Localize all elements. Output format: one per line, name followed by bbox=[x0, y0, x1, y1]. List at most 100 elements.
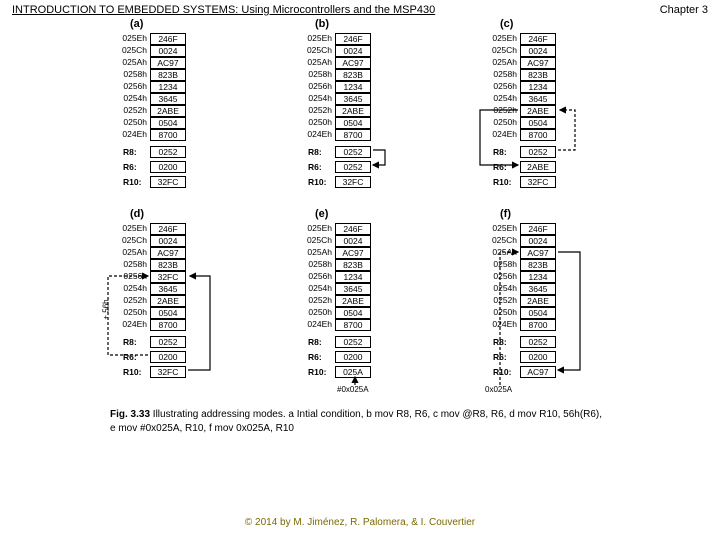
memory-address: 0258h bbox=[305, 69, 335, 79]
figure-content: (a)025Eh246F025Ch0024025AhAC970258h823B0… bbox=[0, 20, 720, 385]
memory-row: 0252h2ABE bbox=[490, 294, 556, 306]
memory-address: 0256h bbox=[490, 271, 520, 281]
register-value: 0252 bbox=[335, 161, 371, 173]
memory-row: 0252h2ABE bbox=[490, 104, 556, 116]
register-value: 0252 bbox=[335, 146, 371, 158]
memory-address: 024Eh bbox=[490, 129, 520, 139]
register-value: 0252 bbox=[150, 146, 186, 158]
memory-row: 025Ch0024 bbox=[490, 234, 556, 246]
memory-address: 0252h bbox=[120, 105, 150, 115]
memory-row: 025Eh246F bbox=[490, 222, 556, 234]
memory-address: 0254h bbox=[305, 93, 335, 103]
register-row: R6:0200 bbox=[120, 159, 186, 174]
panel-label: (b) bbox=[315, 18, 329, 30]
memory-address: 025Eh bbox=[490, 223, 520, 233]
register-value: 32FC bbox=[150, 176, 186, 188]
memory-value: 823B bbox=[150, 69, 186, 81]
memory-value: 3645 bbox=[520, 93, 556, 105]
memory-address: 025Ch bbox=[490, 235, 520, 245]
memory-address: 0250h bbox=[120, 307, 150, 317]
memory-value: 0024 bbox=[520, 45, 556, 57]
memory-address: 0258h bbox=[120, 69, 150, 79]
header: INTRODUCTION TO EMBEDDED SYSTEMS: Using … bbox=[0, 0, 720, 20]
offset-annotation: + 56h bbox=[102, 299, 111, 319]
memory-row: 0256h1234 bbox=[490, 270, 556, 282]
memory-value: 1234 bbox=[335, 81, 371, 93]
page-title: INTRODUCTION TO EMBEDDED SYSTEMS: Using … bbox=[12, 4, 435, 16]
registers: R8:0252R6:2ABER10:32FC bbox=[490, 144, 556, 189]
memory-address: 0256h bbox=[305, 81, 335, 91]
memory-address: 0250h bbox=[120, 117, 150, 127]
register-value: 0200 bbox=[150, 161, 186, 173]
memory-value: 823B bbox=[520, 69, 556, 81]
memory-row: 025Ch0024 bbox=[305, 234, 371, 246]
register-row: R8:0252 bbox=[490, 144, 556, 159]
register-value: 0252 bbox=[520, 146, 556, 158]
memory-row: 0258h823B bbox=[305, 258, 371, 270]
register-label: R8: bbox=[305, 337, 335, 347]
register-row: R10:32FC bbox=[490, 174, 556, 189]
memory-row: 0254h3645 bbox=[305, 282, 371, 294]
memory-address: 024Eh bbox=[120, 319, 150, 329]
memory-value: 3645 bbox=[150, 283, 186, 295]
panel-e: (e)025Eh246F025Ch0024025AhAC970258h823B0… bbox=[275, 210, 445, 385]
memory-address: 0258h bbox=[490, 69, 520, 79]
memory-value: 8700 bbox=[150, 129, 186, 141]
memory-row: 0252h2ABE bbox=[120, 104, 186, 116]
memory-value: 2ABE bbox=[335, 105, 371, 117]
register-value: 025A bbox=[335, 366, 371, 378]
memory-table: 025Eh246F025Ch0024025AhAC970258h823B0256… bbox=[120, 32, 186, 140]
memory-value: 0504 bbox=[150, 117, 186, 129]
memory-row: 025Ch0024 bbox=[120, 234, 186, 246]
memory-row: 024Eh8700 bbox=[490, 318, 556, 330]
memory-row: 025AhAC97 bbox=[120, 246, 186, 258]
memory-value: 823B bbox=[335, 69, 371, 81]
register-label: R8: bbox=[490, 147, 520, 157]
caption-text: Illustrating addressing modes. a Intial … bbox=[110, 409, 602, 434]
memory-address: 025Ch bbox=[120, 45, 150, 55]
memory-address: 0250h bbox=[305, 307, 335, 317]
memory-value: AC97 bbox=[335, 57, 371, 69]
memory-address: 0252h bbox=[120, 295, 150, 305]
panel-label: (e) bbox=[315, 208, 328, 220]
memory-value: 1234 bbox=[520, 81, 556, 93]
panel-b: (b)025Eh246F025Ch0024025AhAC970258h823B0… bbox=[275, 20, 445, 195]
register-row: R8:0252 bbox=[120, 334, 186, 349]
register-label: R10: bbox=[305, 367, 335, 377]
memory-value: 246F bbox=[335, 223, 371, 235]
memory-row: 0258h823B bbox=[120, 68, 186, 80]
register-label: R8: bbox=[120, 337, 150, 347]
register-row: R10:32FC bbox=[120, 174, 186, 189]
memory-value: 2ABE bbox=[520, 105, 556, 117]
memory-row: 0250h0504 bbox=[305, 306, 371, 318]
memory-value: 823B bbox=[150, 259, 186, 271]
memory-address: 025Eh bbox=[305, 223, 335, 233]
memory-row: 0258h823B bbox=[305, 68, 371, 80]
memory-address: 0252h bbox=[490, 295, 520, 305]
memory-row: 0250h0504 bbox=[120, 306, 186, 318]
memory-value: 1234 bbox=[150, 81, 186, 93]
register-value: 0200 bbox=[520, 351, 556, 363]
memory-value: 2ABE bbox=[520, 295, 556, 307]
memory-value: 0024 bbox=[335, 235, 371, 247]
memory-address: 025Eh bbox=[120, 33, 150, 43]
register-label: R10: bbox=[120, 367, 150, 377]
memory-row: 0258h823B bbox=[120, 258, 186, 270]
memory-address: 025Ah bbox=[305, 247, 335, 257]
memory-value: AC97 bbox=[150, 247, 186, 259]
memory-row: 0250h0504 bbox=[120, 116, 186, 128]
memory-address: 025Ch bbox=[490, 45, 520, 55]
memory-address: 024Eh bbox=[305, 129, 335, 139]
memory-value: AC97 bbox=[520, 57, 556, 69]
memory-value: 32FC bbox=[150, 271, 186, 283]
memory-address: 025Eh bbox=[120, 223, 150, 233]
memory-address: 0258h bbox=[120, 259, 150, 269]
memory-value: AC97 bbox=[150, 57, 186, 69]
memory-address: 0252h bbox=[305, 295, 335, 305]
memory-value: 823B bbox=[520, 259, 556, 271]
memory-row: 0258h823B bbox=[490, 68, 556, 80]
register-label: R10: bbox=[120, 177, 150, 187]
panels-row-1: (a)025Eh246F025Ch0024025AhAC970258h823B0… bbox=[90, 20, 630, 195]
memory-row: 0256h32FC bbox=[120, 270, 186, 282]
registers: R8:0252R6:0200R10:AC97 bbox=[490, 334, 556, 379]
